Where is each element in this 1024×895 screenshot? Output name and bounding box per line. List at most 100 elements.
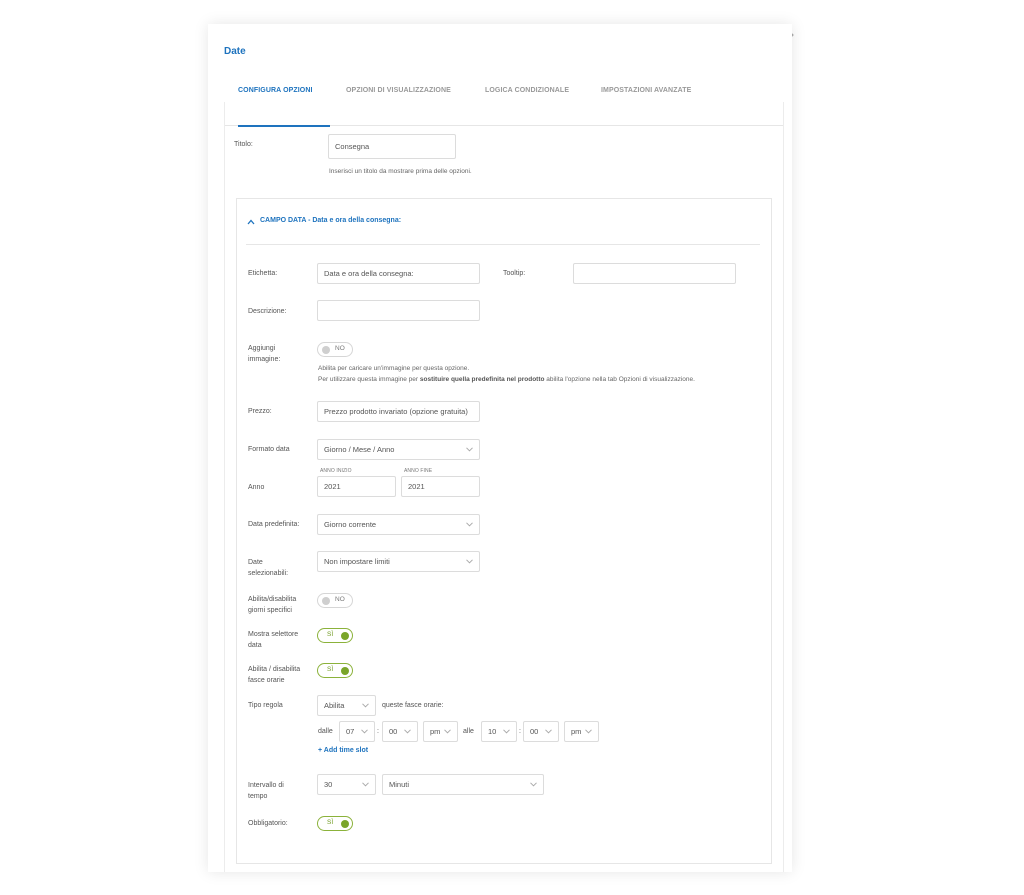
fasce-orarie-label-2: fasce orarie [248,677,285,684]
chevron-down-icon [545,729,552,734]
data-predefinita-label: Data predefinita: [248,521,300,528]
tipo-regola-suffix: queste fasce orarie: [382,702,444,709]
toggle-knob [322,597,330,605]
chevron-down-icon [404,729,411,734]
giorni-specifici-label-1: Abilita/disabilita [248,596,297,603]
fasce-orarie-toggle[interactable]: SÌ [317,663,353,678]
toggle-knob [341,820,349,828]
select-value: Minuti [389,780,410,789]
select-value: Abilita [324,701,345,710]
chevron-down-icon [362,782,369,787]
intervallo-unit-select[interactable]: Minuti [382,774,544,795]
tipo-regola-label: Tipo regola [248,702,283,709]
toggle-label: SÌ [327,819,334,826]
tab-label: LOGICA CONDIZIONALE [485,87,570,94]
formato-data-label: Formato data [248,446,290,453]
tooltip-input[interactable] [573,263,736,284]
titolo-help: Inserisci un titolo da mostrare prima de… [329,168,472,175]
obbligatorio-label: Obbligatorio: [248,820,288,827]
section-divider [246,244,760,245]
select-value: 07 [346,727,355,736]
immagine-help-2: Per utilizzare questa immagine per sosti… [318,374,695,385]
etichetta-input[interactable]: Data e ora della consegna: [317,263,480,284]
prezzo-label: Prezzo: [248,408,272,415]
intervallo-label-1: Intervallo di [248,782,284,789]
select-value: pm [430,727,441,736]
immagine-label-1: Aggiungi [248,345,276,352]
chevron-down-icon [503,729,510,734]
anno-inizio-label: ANNO INIZIO [320,468,352,474]
help-text: abilita l'opzione nella tab Opzioni di v… [544,376,695,383]
giorni-specifici-label-2: giorni specifici [248,607,292,614]
descrizione-input[interactable] [317,300,480,321]
date-selezionabili-select[interactable]: Non impostare limiti [317,551,480,572]
from-hour-select[interactable]: 07 [339,721,375,742]
immagine-help-1: Abilita per caricare un'immagine per que… [318,365,470,372]
dalle-label: dalle [318,728,333,735]
toggle-knob [341,667,349,675]
select-value: 00 [389,727,398,736]
selettore-data-label-1: Mostra selettore [248,631,299,638]
time-colon: : [519,728,521,735]
tab-label: CONFIGURA OPZIONI [238,87,313,94]
date-selezionabili-label-2: selezionabili: [248,570,289,577]
anno-fine-label: ANNO FINE [404,468,433,474]
from-minute-select[interactable]: 00 [382,721,418,742]
alle-label: alle [463,728,474,735]
toggle-knob [322,346,330,354]
toggle-label: NO [335,596,345,603]
panel-title: Date [224,46,246,57]
select-value: Non impostare limiti [324,557,390,566]
select-value: pm [571,727,582,736]
toggle-knob [341,632,349,640]
intervallo-label-2: tempo [248,793,268,800]
titolo-label: Titolo: [234,141,253,148]
etichetta-label: Etichetta: [248,270,278,277]
select-value: Giorno / Mese / Anno [324,445,395,454]
select-value: Giorno corrente [324,520,377,529]
chevron-down-icon [362,703,369,708]
select-value: 30 [324,780,333,789]
chevron-down-icon [466,559,473,564]
immagine-toggle[interactable]: NO [317,342,353,357]
prezzo-input[interactable]: Prezzo prodotto invariato (opzione gratu… [317,401,480,422]
from-ampm-select[interactable]: pm [423,721,458,742]
help-text: Per utilizzare questa immagine per [318,376,420,383]
chevron-down-icon [466,522,473,527]
to-minute-select[interactable]: 00 [523,721,559,742]
immagine-label-2: immagine: [248,356,281,363]
fasce-orarie-label-1: Abilita / disabilita [248,666,301,673]
selettore-data-toggle[interactable]: SÌ [317,628,353,643]
help-bold: sostituire quella predefinita nel prodot… [419,376,545,383]
formato-data-select[interactable]: Giorno / Mese / Anno [317,439,480,460]
descrizione-label: Descrizione: [248,308,287,315]
toggle-label: SÌ [327,631,334,638]
giorni-specifici-toggle[interactable]: NO [317,593,353,608]
to-ampm-select[interactable]: pm [564,721,599,742]
toggle-label: NO [335,345,345,352]
anno-label: Anno [248,484,265,491]
chevron-down-icon [585,729,592,734]
anno-fine-input[interactable]: 2021 [401,476,480,497]
to-hour-select[interactable]: 10 [481,721,517,742]
date-selezionabili-label-1: Date [248,559,263,566]
chevron-down-icon [361,729,368,734]
tipo-regola-select[interactable]: Abilita [317,695,376,716]
tab-label: OPZIONI DI VISUALIZZAZIONE [346,87,451,94]
anno-inizio-input[interactable]: 2021 [317,476,396,497]
obbligatorio-toggle[interactable]: SÌ [317,816,353,831]
titolo-input[interactable]: Consegna [328,134,456,159]
data-predefinita-select[interactable]: Giorno corrente [317,514,480,535]
selettore-data-label-2: data [248,642,262,649]
intervallo-value-select[interactable]: 30 [317,774,376,795]
tab-label: IMPOSTAZIONI AVANZATE [601,87,692,94]
chevron-down-icon [466,447,473,452]
chevron-down-icon [444,729,451,734]
tooltip-label: Tooltip: [503,270,526,277]
chevron-down-icon [530,782,537,787]
chevron-up-icon[interactable] [247,219,255,225]
time-colon: : [377,728,379,735]
section-header[interactable]: CAMPO DATA - Data e ora della consegna: [260,217,401,224]
select-value: 00 [530,727,539,736]
add-time-slot-link[interactable]: + Add time slot [318,747,368,754]
